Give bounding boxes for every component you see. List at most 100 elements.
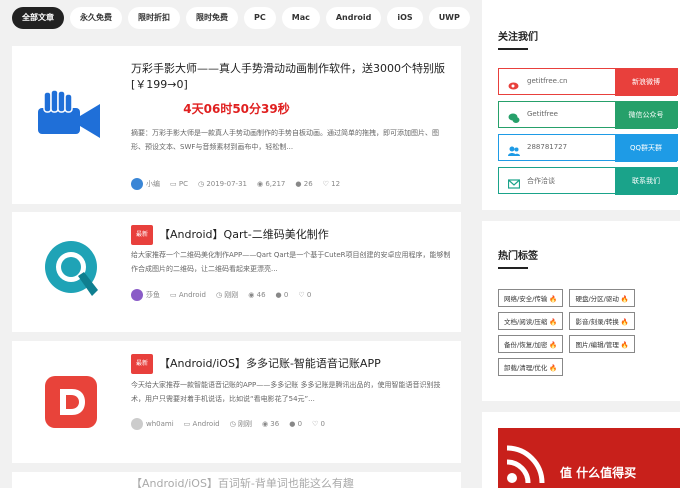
eye-icon: ◉ xyxy=(261,420,269,428)
article-title-text[interactable]: 【Android/iOS】多多记账-智能语音记账APP xyxy=(159,357,381,370)
platform-label[interactable]: PC xyxy=(179,180,188,188)
fire-icon: 🔥 xyxy=(620,318,629,326)
tag-item[interactable]: 文档/阅读/压缩 🔥 xyxy=(498,312,564,330)
new-badge: 最新 xyxy=(131,225,154,245)
title-underline xyxy=(498,48,528,50)
article-card[interactable]: 最新 【Android】Qart-二维码美化制作 给大家推荐一个二维码美化制作AP… xyxy=(12,212,461,332)
article-meta: wh0ami ▭ Android ◷ 刚刚 ◉ 36 ● 0 ♡ 0 xyxy=(131,418,325,430)
author-name[interactable]: 莎鱼 xyxy=(146,291,160,299)
email-icon xyxy=(507,175,521,189)
follow-weibo: getitfree.cn 新浪微博 xyxy=(498,68,678,96)
article-title[interactable]: 最新 【Android/iOS】多多记账-智能语音记账APP xyxy=(131,354,381,374)
contact-label[interactable]: 合作洽谈 xyxy=(527,176,555,186)
article-title[interactable]: 最新 【Android】Qart-二维码美化制作 xyxy=(131,225,329,245)
post-date: 刚刚 xyxy=(237,420,252,428)
qq-group-label[interactable]: 288781727 xyxy=(527,143,567,151)
title-underline xyxy=(498,267,528,269)
clock-icon: ◷ xyxy=(215,291,223,299)
wechat-icon xyxy=(508,109,520,123)
comment-icon: ● xyxy=(275,291,282,299)
article-card[interactable]: 【Android/iOS】百词斩-背单词也能这么有趣 xyxy=(12,472,461,488)
clock-icon: ◷ xyxy=(197,180,205,188)
tag-item[interactable]: 备份/恢复/加密 🔥 xyxy=(498,335,564,353)
qq-group-button[interactable]: QQ群天群 xyxy=(615,135,677,162)
tab-uwp[interactable]: UWP xyxy=(428,7,470,29)
heart-icon: ♡ xyxy=(298,291,305,299)
countdown-timer: 4天06时50分39秒 xyxy=(183,102,290,116)
weibo-icon xyxy=(508,76,520,90)
rss-banner[interactable]: 值 什么值得买 xyxy=(498,428,680,488)
tab-android[interactable]: Android xyxy=(325,7,382,29)
rss-panel: 值 什么值得买 xyxy=(482,412,680,488)
follow-us-title: 关注我们 xyxy=(498,32,538,43)
post-date: 刚刚 xyxy=(224,291,239,299)
article-excerpt: 摘要：万彩手影大师是一款真人手势动画制作的手势自板动画。通过简单的拖拽，即可添加… xyxy=(131,129,439,151)
contact-button[interactable]: 联系我们 xyxy=(615,168,677,195)
view-count: 6,217 xyxy=(265,180,286,188)
article-title-text[interactable]: 【Android】Qart-二维码美化制作 xyxy=(159,228,329,241)
heart-icon: ♡ xyxy=(322,180,329,188)
follow-wechat: Getitfree 微信公众号 xyxy=(498,101,678,129)
platform-label[interactable]: Android xyxy=(193,420,220,428)
tag-item[interactable]: 硬盘/分区/驱动 🔥 xyxy=(569,289,635,307)
comment-count: 0 xyxy=(297,420,303,428)
article-card[interactable]: 最新 【Android/iOS】多多记账-智能语音记账APP 今天给大家推荐一款智… xyxy=(12,341,461,463)
like-count: 0 xyxy=(320,420,326,428)
tab-ios[interactable]: iOS xyxy=(387,7,423,29)
new-badge: 最新 xyxy=(131,354,154,374)
comment-count: 26 xyxy=(303,180,313,188)
tag-item[interactable]: 网络/安全/传输 🔥 xyxy=(498,289,564,307)
article-title[interactable]: 万彩手影大师——真人手势滑动动画制作软件，送3000个特别版[￥199→0] xyxy=(131,61,451,93)
qart-logo-icon xyxy=(40,238,102,300)
wechat-label[interactable]: Getitfree xyxy=(527,110,558,118)
tag-item[interactable]: 图片/编辑/管理 🔥 xyxy=(569,335,635,353)
avatar xyxy=(131,178,143,190)
article-card[interactable]: 万彩手影大师——真人手势滑动动画制作软件，送3000个特别版[￥199→0] 4… xyxy=(12,46,461,204)
article-excerpt: 给大家推荐一个二维码美化制作APP——Qart Qart是一个基于CuteR项目… xyxy=(131,251,451,273)
platform-label[interactable]: Android xyxy=(179,291,206,299)
eye-icon: ◉ xyxy=(257,180,264,188)
article-excerpt: 今天给大家推荐一款智能语音记账的APP——多多记账 多多记账是腾讯出品的，使用智… xyxy=(131,381,441,403)
avatar xyxy=(131,418,143,430)
fire-icon: 🔥 xyxy=(620,341,629,349)
article-title[interactable]: 【Android/iOS】百词斩-背单词也能这么有趣 xyxy=(131,476,354,488)
tab-limited-discount[interactable]: 限时折扣 xyxy=(128,7,180,29)
tag-item[interactable]: 卸载/清理/优化 🔥 xyxy=(498,358,564,376)
tab-mac[interactable]: Mac xyxy=(281,7,320,29)
comment-count: 0 xyxy=(283,291,289,299)
tab-all-articles[interactable]: 全部文章 xyxy=(12,7,64,29)
tab-pc[interactable]: PC xyxy=(244,7,276,29)
tag-cloud: 网络/安全/传输 🔥 硬盘/分区/驱动 🔥 文档/阅读/压缩 🔥 影音/刻录/转换 🔥 … xyxy=(498,289,668,376)
category-tabs: 全部文章 永久免费 限时折扣 限时免费 PC Mac Android iOS U… xyxy=(12,7,470,29)
article-meta: 小编 ▭ PC ◷ 2019-07-31 ◉ 6,217 ● 26 ♡ 12 xyxy=(131,178,340,190)
folder-icon: ▭ xyxy=(170,291,177,299)
author-name[interactable]: wh0ami xyxy=(146,420,174,428)
watermark-text: 值 什么值得买 xyxy=(560,466,637,480)
weibo-label[interactable]: getitfree.cn xyxy=(527,77,568,85)
fire-icon: 🔥 xyxy=(549,364,558,372)
wechat-button[interactable]: 微信公众号 xyxy=(615,102,677,129)
eye-icon: ◉ xyxy=(248,291,255,299)
fire-icon: 🔥 xyxy=(549,318,558,326)
tag-item[interactable]: 影音/刻录/转换 🔥 xyxy=(569,312,635,330)
rss-icon xyxy=(506,445,545,484)
follow-us-panel: 关注我们 getitfree.cn 新浪微博 Getitfree 微信公众号 2… xyxy=(482,0,680,210)
heart-icon: ♡ xyxy=(312,420,319,428)
comment-icon: ● xyxy=(289,420,296,428)
comment-icon: ● xyxy=(295,180,302,188)
fire-icon: 🔥 xyxy=(549,341,558,349)
tab-limited-free[interactable]: 限时免费 xyxy=(186,7,238,29)
article-meta: 莎鱼 ▭ Android ◷ 刚刚 ◉ 46 ● 0 ♡ 0 xyxy=(131,289,311,301)
fire-icon: 🔥 xyxy=(620,295,629,303)
avatar xyxy=(131,289,143,301)
like-count: 12 xyxy=(331,180,341,188)
duoduo-logo-icon xyxy=(45,376,97,428)
author-name[interactable]: 小编 xyxy=(146,180,160,188)
follow-contact: 合作洽谈 联系我们 xyxy=(498,167,678,195)
like-count: 0 xyxy=(306,291,312,299)
folder-icon: ▭ xyxy=(183,420,191,428)
post-date: 2019-07-31 xyxy=(206,180,247,188)
tab-permanent-free[interactable]: 永久免费 xyxy=(70,7,122,29)
weibo-button[interactable]: 新浪微博 xyxy=(615,69,677,96)
clock-icon: ◷ xyxy=(229,420,236,428)
